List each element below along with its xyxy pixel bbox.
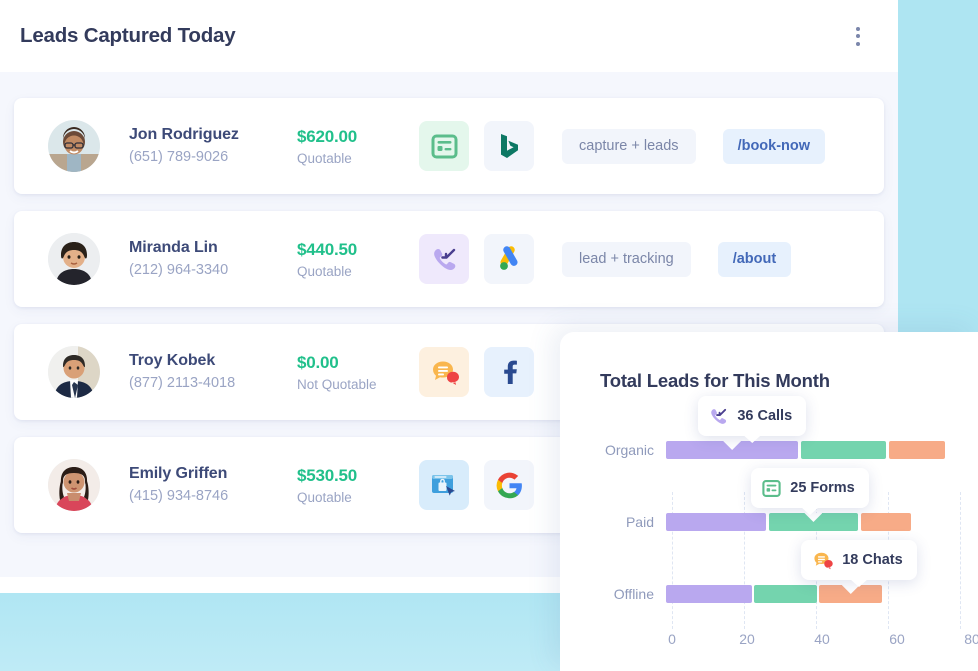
google-ads-icon[interactable] (484, 234, 534, 284)
bar-segment-calls[interactable] (666, 513, 767, 531)
lead-identity: Emily Griffen (415) 934-8746 (129, 463, 297, 508)
lead-tag[interactable]: capture + leads (562, 128, 696, 164)
lead-icons (419, 347, 534, 397)
table-row[interactable]: Miranda Lin (212) 964-3340 $440.50 Quota… (14, 211, 884, 307)
form-icon[interactable] (419, 121, 469, 171)
lead-tag[interactable]: lead + tracking (562, 241, 691, 277)
tooltip-forms: 25 Forms (751, 468, 869, 515)
bar-track: 25 Forms (666, 468, 960, 531)
chart-category-label: Organic (604, 442, 654, 458)
lead-name: Troy Kobek (129, 351, 216, 369)
lead-value: $530.50 Quotable (297, 465, 419, 506)
x-tick-label: 60 (889, 631, 905, 647)
lead-value: $620.00 Quotable (297, 126, 419, 167)
bar-segment-chats[interactable] (860, 513, 912, 531)
lead-amount: $0.00 (297, 352, 339, 372)
bar-track: 18 Chats (666, 540, 960, 603)
lead-status: Quotable (297, 151, 352, 167)
bar-segment-calls[interactable] (666, 585, 752, 603)
avatar (48, 459, 100, 511)
lead-identity: Jon Rodriguez (651) 789-9026 (129, 124, 297, 169)
lead-phone: (651) 789-9026 (129, 149, 229, 166)
chart-panel: Total Leads for This Month Organic 36 Ca… (560, 332, 978, 671)
chart-title: Total Leads for This Month (600, 370, 830, 391)
lead-phone: (877) 2113-4018 (129, 375, 236, 392)
lead-icons (419, 460, 534, 510)
lead-page-link[interactable]: /about (717, 241, 792, 277)
table-row[interactable]: Jon Rodriguez (651) 789-9026 $620.00 Quo… (14, 98, 884, 194)
tooltip-label: 25 Forms (790, 480, 855, 496)
lead-phone: (415) 934-8746 (129, 488, 229, 505)
lead-icons (419, 234, 534, 284)
google-icon[interactable] (484, 460, 534, 510)
lead-phone: (212) 964-3340 (129, 262, 229, 279)
bar-segment-chats[interactable] (889, 441, 946, 459)
lead-identity: Troy Kobek (877) 2113-4018 (129, 350, 297, 395)
lead-name: Miranda Lin (129, 238, 218, 256)
bar-segment-forms[interactable] (754, 585, 817, 603)
bar-track: 36 Calls (666, 396, 960, 459)
lead-page-link[interactable]: /book-now (722, 128, 826, 164)
chart-x-axis: 0 20 40 60 80 (668, 631, 978, 653)
bar-segment-chats[interactable] (819, 585, 883, 603)
kebab-menu-icon[interactable] (846, 21, 870, 52)
bar-segment-forms[interactable] (800, 441, 887, 459)
lead-value: $440.50 Quotable (297, 239, 419, 280)
x-tick-label: 40 (814, 631, 830, 647)
lead-icons (419, 121, 534, 171)
lead-status: Quotable (297, 490, 352, 506)
chat-icon[interactable] (419, 347, 469, 397)
click-storefront-icon[interactable] (419, 460, 469, 510)
tooltip-label: 18 Chats (842, 552, 903, 568)
avatar (48, 120, 100, 172)
lead-name: Emily Griffen (129, 464, 228, 482)
tooltip-calls: 36 Calls (698, 396, 807, 443)
bar-segment-forms[interactable] (768, 513, 858, 531)
avatar (48, 346, 100, 398)
stacked-bar-chart: Organic 36 Calls Paid 25 Forms Offline 1… (600, 396, 978, 649)
x-tick-label: 20 (739, 631, 755, 647)
screenshot-root: Leads Captured Today Jon Rodriguez (651)… (0, 0, 978, 671)
tooltip-chats: 18 Chats (801, 540, 917, 587)
lead-identity: Miranda Lin (212) 964-3340 (129, 237, 297, 282)
lead-amount: $620.00 (297, 126, 358, 146)
lead-amount: $530.50 (297, 465, 358, 485)
avatar (48, 233, 100, 285)
bar-segment-calls[interactable] (666, 441, 799, 459)
lead-name: Jon Rodriguez (129, 125, 239, 143)
inbound-call-icon[interactable] (419, 234, 469, 284)
page-title: Leads Captured Today (20, 24, 236, 47)
chart-category-label: Offline (613, 586, 654, 602)
x-tick-label: 80 (964, 631, 978, 647)
lead-amount: $440.50 (297, 239, 358, 259)
chart-category-label: Paid (625, 514, 654, 530)
bing-icon[interactable] (484, 121, 534, 171)
facebook-icon[interactable] (484, 347, 534, 397)
chart-row-offline: Offline 18 Chats (600, 540, 960, 630)
lead-status: Quotable (297, 264, 352, 280)
lead-value: $0.00 Not Quotable (297, 352, 419, 393)
panel-header: Leads Captured Today (0, 0, 898, 72)
tooltip-label: 36 Calls (737, 408, 793, 424)
lead-status: Not Quotable (297, 377, 377, 393)
x-tick-label: 0 (668, 631, 676, 647)
